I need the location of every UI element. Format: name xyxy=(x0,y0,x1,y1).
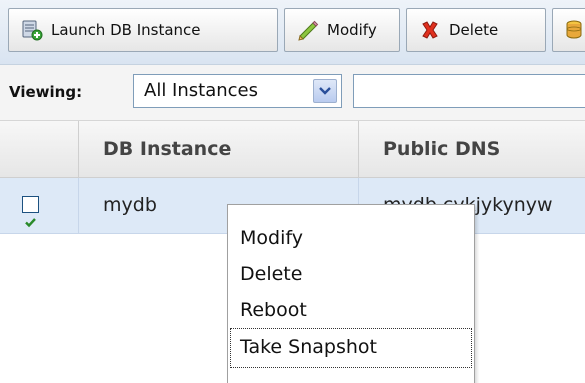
database-icon xyxy=(566,20,582,39)
menu-item-modify[interactable]: Modify xyxy=(230,222,472,254)
menu-item-reboot[interactable]: Reboot xyxy=(230,294,472,326)
delete-button[interactable]: Delete xyxy=(406,8,546,52)
delete-label: Delete xyxy=(449,21,499,39)
table-header: DB Instance Public DNS xyxy=(0,121,585,178)
search-input[interactable] xyxy=(353,74,585,108)
viewing-select[interactable]: All Instances xyxy=(133,74,342,108)
launch-db-instance-button[interactable]: Launch DB Instance xyxy=(8,8,278,52)
checkbox-column-header xyxy=(0,121,79,177)
db-action-button[interactable] xyxy=(552,8,585,52)
launch-db-instance-label: Launch DB Instance xyxy=(51,21,201,39)
toolbar: Launch DB Instance Modify Delete xyxy=(0,0,585,65)
filter-bar: Viewing: All Instances xyxy=(0,65,585,121)
database-add-icon xyxy=(22,20,43,41)
pencil-icon xyxy=(298,20,319,41)
menu-item-take-snapshot[interactable]: Take Snapshot xyxy=(230,328,472,368)
modify-button[interactable]: Modify xyxy=(284,8,400,52)
row-checkbox[interactable] xyxy=(22,196,39,228)
checkmark-icon xyxy=(25,218,36,228)
viewing-select-value: All Instances xyxy=(144,80,258,101)
db-instance-column-header[interactable]: DB Instance xyxy=(79,121,359,177)
context-menu: Modify Delete Reboot Take Snapshot xyxy=(227,204,475,383)
viewing-label: Viewing: xyxy=(9,83,83,101)
public-dns-column-header[interactable]: Public DNS xyxy=(359,121,585,177)
chevron-down-icon xyxy=(319,87,331,95)
menu-item-delete[interactable]: Delete xyxy=(230,258,472,290)
row-checkbox-cell xyxy=(0,178,79,233)
rds-console: Launch DB Instance Modify Delete Viewing… xyxy=(0,0,585,383)
modify-label: Modify xyxy=(327,21,377,39)
dropdown-arrow-button[interactable] xyxy=(313,79,337,103)
red-x-icon xyxy=(422,21,438,39)
